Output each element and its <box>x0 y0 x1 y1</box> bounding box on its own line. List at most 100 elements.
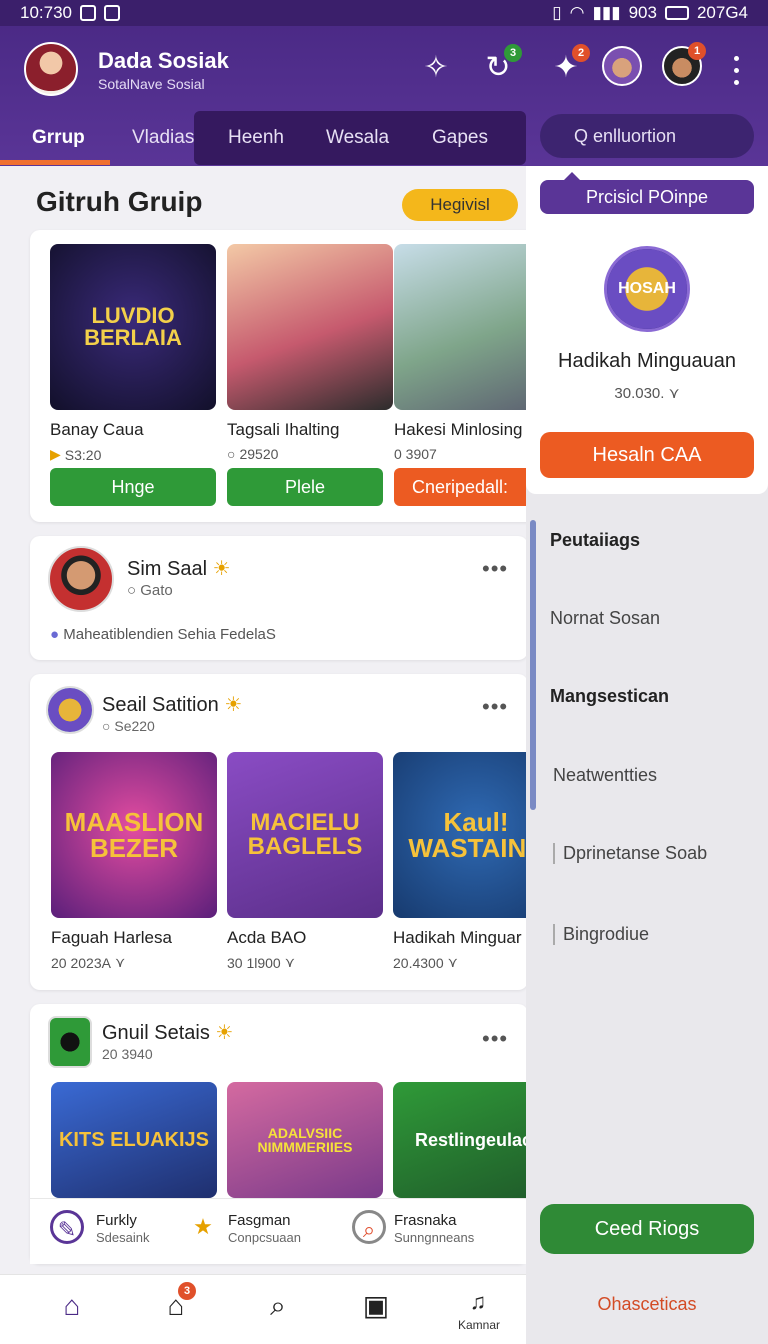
play-button-1[interactable]: Hnge <box>50 468 216 506</box>
active-tab-indicator <box>0 160 110 165</box>
poster-sub: ○ Gato <box>127 582 173 599</box>
game-card-3[interactable]: Hakesi Minlosing 0 3907 <box>394 244 526 462</box>
battery-icon <box>664 6 689 20</box>
chevron-icon: ⋎ <box>447 954 458 970</box>
panel-item-6[interactable]: Bingrodiue <box>553 924 649 945</box>
panel-footer-link[interactable]: Ohasceticas <box>526 1294 768 1315</box>
search-lens-icon[interactable]: ⌕ <box>352 1210 386 1244</box>
circle-icon: ○ <box>127 582 137 599</box>
game-card-1[interactable]: LUVDIO BERLAIA Banay Caua ▶ S3:20 <box>50 244 216 463</box>
app-title: Dada Sosiak <box>98 48 229 73</box>
nav-label[interactable]: Kamnar <box>444 1318 514 1332</box>
puzzle-icon[interactable]: ✦ 2 <box>544 44 590 90</box>
app-header: Dada Sosiak SotalNave Sosial ✧ ↻ 3 ✦ 2 1… <box>0 26 768 166</box>
post-title: Seail Satition ☀ <box>102 692 242 717</box>
post-title-text: Seail Satition <box>102 694 219 716</box>
game-thumbnail: MACIELU BAGLELS <box>227 752 383 918</box>
section-chip[interactable]: Hegivisl <box>402 189 518 221</box>
vibrate-icon: ▯ <box>552 3 562 22</box>
profile-pill[interactable]: Prcisicl POinpe <box>540 180 754 214</box>
dot-icon: ● <box>50 626 60 643</box>
profile-avatar[interactable] <box>24 42 78 96</box>
friend-avatar-1[interactable] <box>602 46 642 86</box>
panel-item-4[interactable]: Neatwentties <box>553 765 657 786</box>
sun-icon: ☀ <box>212 558 231 580</box>
play-button-2[interactable]: Plele <box>227 468 383 506</box>
pen-icon[interactable]: ✎ <box>50 1210 84 1244</box>
friend-badge: 1 <box>688 42 706 60</box>
post-title: Gnuil Setais ☀ <box>102 1020 233 1045</box>
shortcut-sub: Sunngnneans <box>394 1230 475 1245</box>
home-icon[interactable]: ⌂ <box>52 1286 92 1326</box>
group-avatar[interactable] <box>48 1016 92 1068</box>
thumbnail-text: MAASLION BEZER <box>64 807 204 863</box>
play-button-3[interactable]: Cneripedall: <box>394 468 526 506</box>
circle-icon: ○ <box>227 446 236 462</box>
group-photo-thumbnail <box>227 244 393 410</box>
activity-badge: 3 <box>178 1282 196 1300</box>
star-icon[interactable]: ★ <box>186 1210 220 1244</box>
poster-sub-text: Gato <box>140 582 173 599</box>
tab-grup[interactable]: Grrup <box>32 110 85 166</box>
post-more-icon[interactable]: ••• <box>482 694 508 720</box>
game-card-6[interactable]: Kaul! WASTAINS Hadikah Minguar 20.4300⋎ <box>393 752 526 971</box>
sparkle-icon[interactable]: ✧ <box>414 46 458 90</box>
profile-meta: 30.030. ⋎ <box>526 384 768 402</box>
game-meta: 30 1l900 ⋎ <box>227 954 383 971</box>
game-card-7[interactable]: KITS ELUAKIJS <box>51 1082 217 1198</box>
thumbnail-text: ADALVSIIC NIMMMERIIES <box>257 1125 353 1155</box>
tab-gapes[interactable]: Gapes <box>432 110 488 166</box>
tab-wesala[interactable]: Wesala <box>326 110 389 166</box>
game-card-9[interactable]: Restlingeulaci <box>393 1082 526 1198</box>
tab-vladias[interactable]: Vladias <box>132 110 194 166</box>
post-more-icon[interactable]: ••• <box>482 556 508 582</box>
refresh-icon[interactable]: ↻ 3 <box>476 44 522 90</box>
game-meta-value: 20 2023A <box>51 954 111 971</box>
search-input[interactable]: Q enlluortion <box>540 114 754 158</box>
game-title: Hakesi Minlosing <box>394 420 523 439</box>
panel-scroll-indicator[interactable] <box>530 520 536 810</box>
game-meta-value: 30 1l900 <box>227 954 281 971</box>
game-meta: ▶ S3:20 <box>50 446 216 463</box>
game-meta: 0 3907 <box>394 446 437 462</box>
game-meta-value: S3:20 <box>64 446 102 463</box>
post-text: ● Maheatiblendien Sehia FedelaS <box>50 626 276 643</box>
game-card-2[interactable]: Tagsali Ihalting ○ 29520 <box>227 244 393 462</box>
game-logo: HOSAH <box>604 246 690 332</box>
game-thumbnail: MAASLION BEZER <box>51 752 217 918</box>
tab-heenh[interactable]: Heenh <box>228 110 284 166</box>
game-meta-value: 29520 <box>239 446 279 462</box>
bell-icon[interactable]: ♫ <box>458 1282 498 1322</box>
poster-avatar[interactable] <box>48 546 114 612</box>
chevron-icon: ⋎ <box>284 954 295 970</box>
game-thumbnail: LUVDIO BERLAIA <box>50 244 216 410</box>
panel-item-1[interactable]: Peutaiiags <box>550 530 640 551</box>
game-meta-value: 20.4300 <box>393 954 444 971</box>
game-logo-text: HOSAH <box>618 280 676 297</box>
refresh-badge: 3 <box>504 44 522 62</box>
more-menu-icon[interactable] <box>724 52 748 88</box>
panel-item-5[interactable]: Dprinetanse Soab <box>553 843 707 864</box>
game-card-8[interactable]: ADALVSIIC NIMMMERIIES <box>227 1082 383 1198</box>
game-card-4[interactable]: MAASLION BEZER Faguah Harlesa 20 2023A ⋎ <box>51 752 217 971</box>
friend-avatar-2[interactable]: 1 <box>662 42 706 86</box>
post-more-icon[interactable]: ••• <box>482 1026 508 1052</box>
post-text-value: Maheatiblendien Sehia FedelaS <box>63 626 276 643</box>
square-icon[interactable]: ▣ <box>356 1286 396 1326</box>
game-thumbnail: KITS ELUAKIJS <box>51 1082 217 1198</box>
shortcut-title[interactable]: Fasgman <box>228 1212 291 1229</box>
section-title: Gitruh Gruip <box>36 186 203 217</box>
thumbnail-text: LUVDIO BERLAIA <box>84 303 182 350</box>
game-title: Hadikah Minguar <box>393 928 522 947</box>
shortcut-title[interactable]: Furkly <box>96 1212 137 1229</box>
panel-item-3[interactable]: Mangsestican <box>550 686 669 707</box>
panel-item-2[interactable]: Nornat Sosan <box>550 608 660 629</box>
search-icon[interactable]: ⌕ <box>258 1286 298 1326</box>
shortcut-title[interactable]: Frasnaka <box>394 1212 457 1229</box>
panel-green-button[interactable]: Ceed Riogs <box>540 1204 754 1254</box>
game-card-5[interactable]: MACIELU BAGLELS Acda BAO 30 1l900 ⋎ <box>227 752 383 971</box>
activity-icon[interactable]: ⌂ 3 <box>156 1282 196 1326</box>
profile-action-button[interactable]: Hesaln CAA <box>540 432 754 478</box>
group-avatar[interactable] <box>46 686 94 734</box>
game-thumbnail: Kaul! WASTAINS <box>393 752 526 918</box>
